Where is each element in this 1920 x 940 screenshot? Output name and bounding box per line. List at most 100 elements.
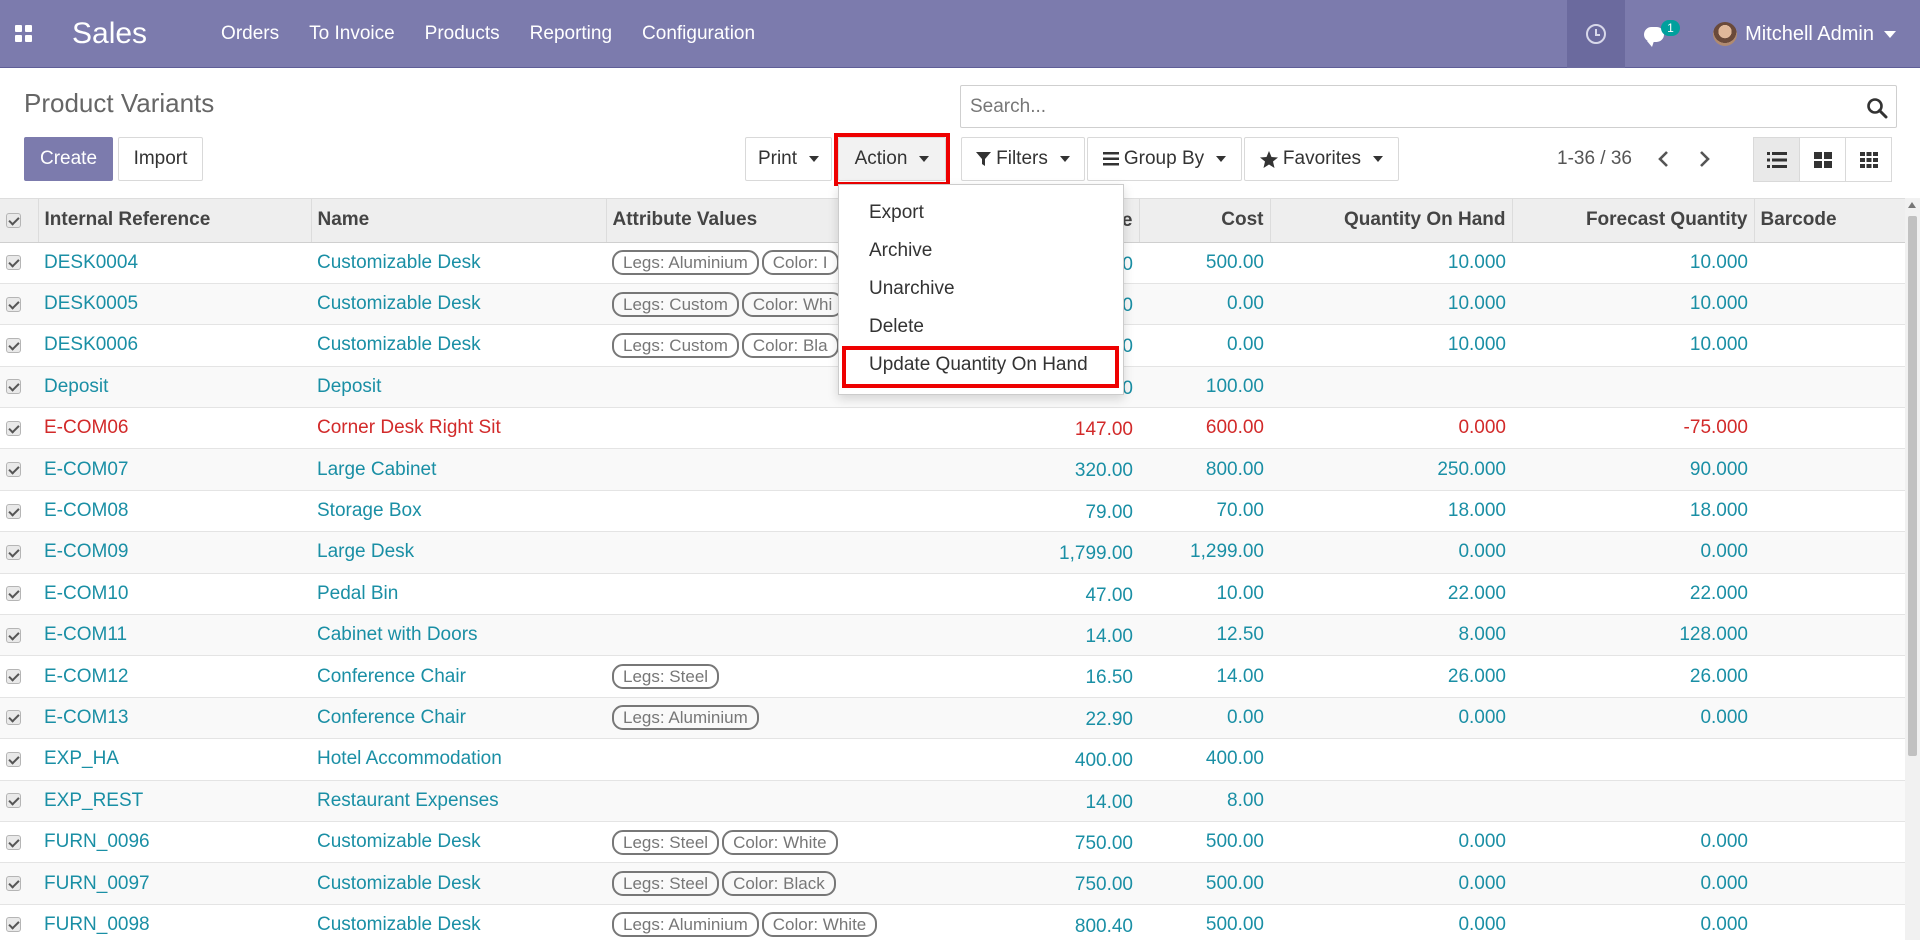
menu-products[interactable]: Products (425, 23, 500, 45)
menu-reporting[interactable]: Reporting (530, 23, 612, 45)
table-row[interactable]: E-COM13 Conference Chair Legs: Aluminium 22… (0, 697, 1905, 740)
row-checkbox[interactable] (6, 627, 21, 643)
row-checkbox[interactable] (6, 586, 21, 602)
action-export[interactable]: Export (839, 194, 1123, 232)
row-checkbox[interactable] (6, 420, 21, 436)
row-checkbox[interactable] (6, 917, 21, 933)
table-row[interactable]: E-COM12 Conference Chair Legs: Steel 16.50 1… (0, 655, 1905, 698)
row-select-cell[interactable] (0, 242, 38, 284)
row-select-cell[interactable] (0, 780, 38, 822)
table-row[interactable]: E-COM07 Large Cabinet 320.00 800.00 250.000 9… (0, 448, 1905, 491)
column-internal-reference[interactable]: Internal Reference (38, 199, 312, 243)
menu-configuration[interactable]: Configuration (642, 23, 755, 45)
star-icon (1259, 150, 1278, 168)
vertical-scrollbar[interactable] (1905, 198, 1920, 940)
apps-menu-icon[interactable] (0, 0, 46, 68)
row-select-cell[interactable] (0, 448, 38, 491)
table-row[interactable]: E-COM09 Large Desk 1,799.00 1,299.00 0.000 0.… (0, 531, 1905, 574)
messaging-button[interactable]: 1 (1625, 0, 1695, 68)
row-select-cell[interactable] (0, 324, 38, 367)
row-checkbox[interactable] (6, 669, 21, 685)
table-row[interactable]: E-COM08 Storage Box 79.00 70.00 18.000 18.000 (0, 490, 1905, 533)
filters-label: Filters (996, 148, 1048, 169)
row-select-cell[interactable] (0, 573, 38, 616)
pager-next-icon[interactable] (1695, 150, 1713, 168)
row-checkbox[interactable] (6, 710, 21, 726)
action-unarchive[interactable]: Unarchive (839, 270, 1123, 308)
row-select-cell[interactable] (0, 283, 38, 326)
groupby-dropdown-button[interactable]: Group By (1087, 137, 1242, 181)
row-checkbox[interactable] (6, 379, 21, 395)
cell-forecast-quantity: 0.000 (1512, 862, 1754, 905)
row-select-cell[interactable] (0, 407, 38, 450)
search-icon[interactable] (1866, 97, 1888, 119)
print-label: Print (757, 148, 798, 169)
search-input[interactable] (970, 95, 1830, 118)
menu-orders[interactable]: Orders (221, 23, 279, 45)
app-name[interactable]: Sales (72, 17, 147, 51)
row-checkbox[interactable] (6, 793, 21, 809)
cell-cost: 500.00 (1139, 242, 1270, 284)
list-view-button[interactable] (1753, 137, 1800, 182)
row-checkbox[interactable] (6, 337, 21, 353)
table-row[interactable]: E-COM11 Cabinet with Doors 14.00 12.50 8.000… (0, 614, 1905, 657)
table-row[interactable]: FURN_0097 Customizable Desk Legs: Steel Col… (0, 862, 1905, 905)
kanban-view-button[interactable] (1799, 137, 1846, 182)
filters-dropdown-button[interactable]: Filters (961, 137, 1085, 181)
row-checkbox[interactable] (6, 462, 21, 478)
scroll-up-arrow-icon[interactable] (1908, 202, 1916, 208)
cell-name: Conference Chair (311, 697, 606, 740)
cell-cost: 500.00 (1139, 821, 1270, 864)
row-checkbox[interactable] (6, 876, 21, 892)
row-select-cell[interactable] (0, 366, 38, 409)
cell-barcode (1754, 366, 1905, 409)
user-menu[interactable]: Mitchell Admin (1713, 22, 1896, 46)
column-forecast-quantity[interactable]: Forecast Quantity (1512, 199, 1755, 243)
grid-view-button[interactable] (1845, 137, 1892, 182)
cell-internal-reference: EXP_HA (38, 738, 311, 781)
table-row[interactable]: FURN_0098 Customizable Desk Legs: Aluminiu… (0, 904, 1905, 940)
cell-internal-reference: DESK0006 (38, 324, 311, 367)
row-checkbox[interactable] (6, 751, 21, 767)
row-checkbox[interactable] (6, 503, 21, 519)
column-quantity-on-hand[interactable]: Quantity On Hand (1270, 199, 1513, 243)
cell-forecast-quantity: 22.000 (1512, 573, 1754, 616)
table-row[interactable]: EXP_HA Hotel Accommodation 400.00 400.00 (0, 738, 1905, 781)
row-checkbox[interactable] (6, 544, 21, 560)
select-all-header[interactable] (0, 199, 39, 243)
row-select-cell[interactable] (0, 531, 38, 574)
chevron-down-icon (1884, 30, 1896, 38)
row-checkbox[interactable] (6, 255, 21, 271)
column-attribute-values-label: Attribute Values (612, 209, 758, 231)
table-row[interactable]: E-COM06 Corner Desk Right Sit 147.00 600.00… (0, 407, 1905, 450)
table-row[interactable]: E-COM10 Pedal Bin 47.00 10.00 22.000 22.000 (0, 573, 1905, 616)
pager-previous-icon[interactable] (1655, 150, 1673, 168)
row-select-cell[interactable] (0, 904, 38, 940)
row-select-cell[interactable] (0, 614, 38, 657)
menu-to-invoice[interactable]: To Invoice (309, 23, 395, 45)
row-select-cell[interactable] (0, 821, 38, 864)
activity-button[interactable] (1567, 0, 1626, 68)
action-archive[interactable]: Archive (839, 232, 1123, 270)
table-row[interactable]: FURN_0096 Customizable Desk Legs: Steel Col… (0, 821, 1905, 864)
row-select-cell[interactable] (0, 738, 38, 781)
pager-value[interactable]: 1-36 / 36 (1557, 148, 1632, 170)
row-checkbox[interactable] (6, 296, 21, 312)
row-select-cell[interactable] (0, 655, 38, 698)
table-row[interactable]: EXP_REST Restaurant Expenses 14.00 8.00 (0, 780, 1905, 822)
select-all-checkbox[interactable] (6, 212, 21, 228)
row-checkbox[interactable] (6, 834, 21, 850)
row-select-cell[interactable] (0, 490, 38, 533)
import-button[interactable]: Import (118, 137, 203, 181)
favorites-dropdown-button[interactable]: Favorites (1244, 137, 1399, 181)
column-cost[interactable]: Cost (1139, 199, 1271, 243)
action-delete[interactable]: Delete (839, 308, 1123, 346)
column-barcode[interactable]: Barcode (1754, 199, 1905, 243)
column-name[interactable]: Name (311, 199, 607, 243)
create-button[interactable]: Create (24, 137, 113, 181)
row-select-cell[interactable] (0, 862, 38, 905)
row-select-cell[interactable] (0, 697, 38, 740)
scrollbar-thumb[interactable] (1908, 216, 1917, 756)
print-dropdown-button[interactable]: Print (745, 137, 832, 181)
cell-sales-price: 320.00 (1074, 460, 1133, 482)
